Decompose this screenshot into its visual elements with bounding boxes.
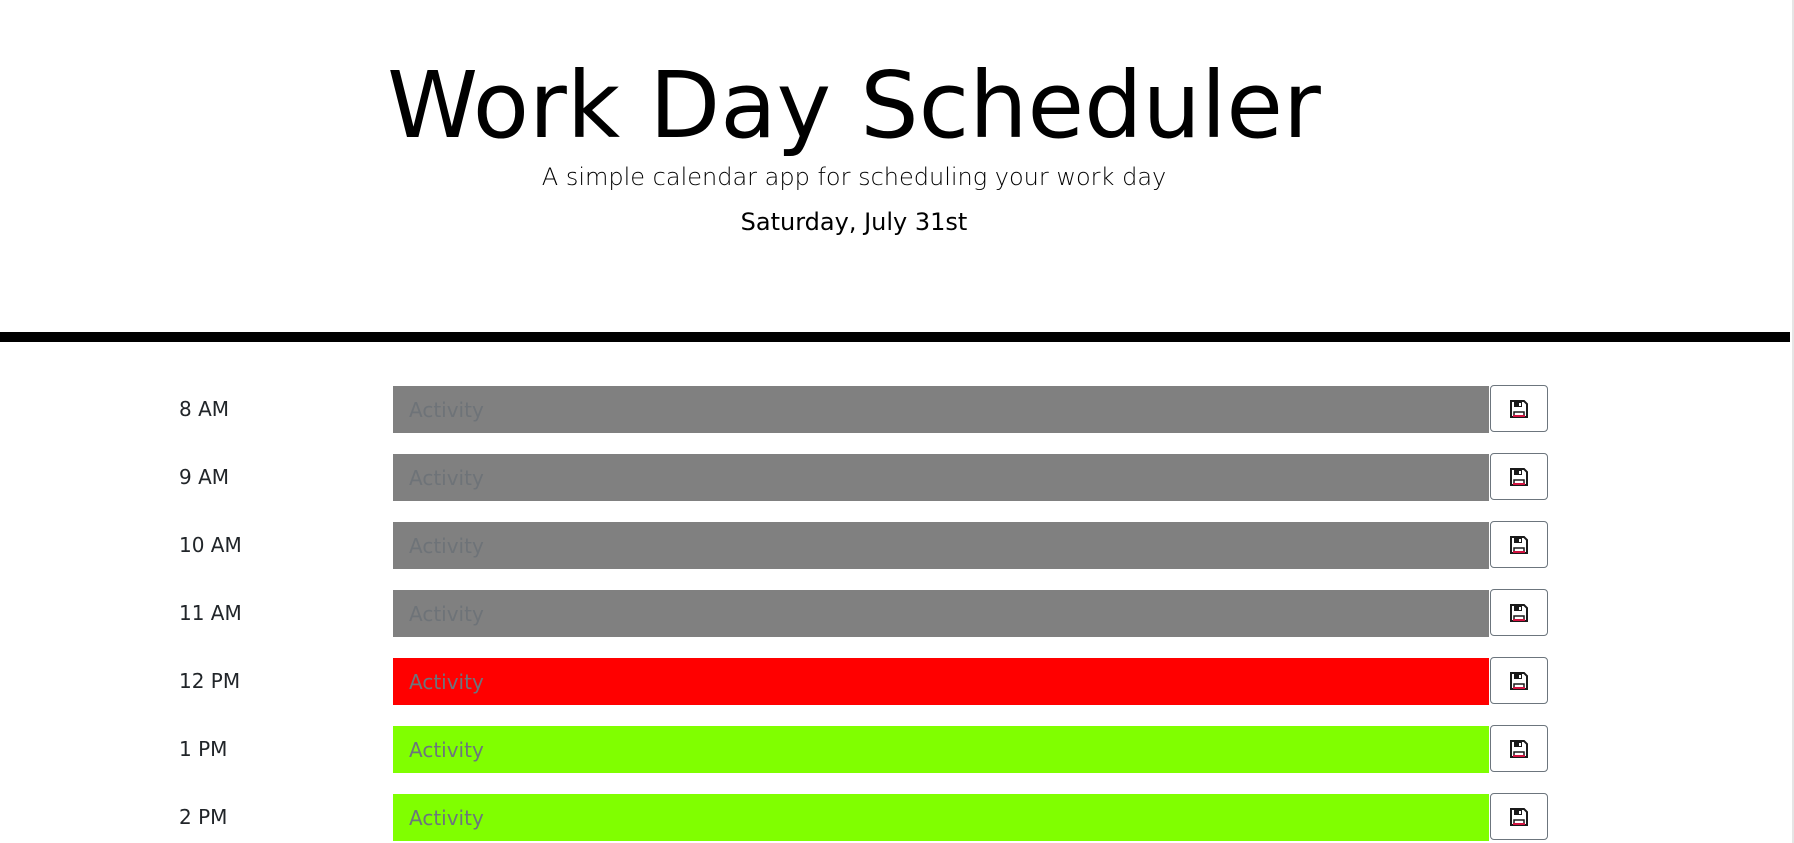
- time-block-row: 9 AM: [0, 453, 1790, 501]
- save-button[interactable]: [1490, 793, 1548, 840]
- hour-label: 9 AM: [179, 465, 230, 489]
- floppy-disk-icon: [1509, 399, 1529, 419]
- activity-input[interactable]: [393, 794, 1489, 841]
- save-button[interactable]: [1490, 521, 1548, 568]
- hour-label: 11 AM: [179, 601, 242, 625]
- save-button[interactable]: [1490, 385, 1548, 432]
- floppy-disk-icon: [1509, 671, 1529, 691]
- floppy-disk-icon: [1509, 535, 1529, 555]
- hour-label: 8 AM: [179, 397, 230, 421]
- activity-input[interactable]: [393, 590, 1489, 637]
- activity-input[interactable]: [393, 386, 1489, 433]
- save-button[interactable]: [1490, 657, 1548, 704]
- page-title: Work Day Scheduler: [387, 52, 1321, 159]
- activity-input[interactable]: [393, 658, 1489, 705]
- hour-label: 2 PM: [179, 805, 228, 829]
- hour-label: 12 PM: [179, 669, 241, 693]
- current-day: Saturday, July 31st: [740, 208, 968, 236]
- time-block-row: 2 PM: [0, 793, 1790, 841]
- save-button[interactable]: [1490, 725, 1548, 772]
- time-block-row: 8 AM: [0, 385, 1790, 433]
- activity-input[interactable]: [393, 454, 1489, 501]
- floppy-disk-icon: [1509, 739, 1529, 759]
- header: Work Day Scheduler A simple calendar app…: [0, 0, 1790, 342]
- time-block-list: 8 AM 9 AM 10 AM: [0, 385, 1790, 843]
- page-subtitle: A simple calendar app for scheduling you…: [541, 163, 1167, 191]
- activity-input[interactable]: [393, 522, 1489, 569]
- time-block-row: 1 PM: [0, 725, 1790, 773]
- floppy-disk-icon: [1509, 603, 1529, 623]
- floppy-disk-icon: [1509, 467, 1529, 487]
- time-block-row: 12 PM: [0, 657, 1790, 705]
- hour-label: 1 PM: [179, 737, 228, 761]
- hour-label: 10 AM: [179, 533, 242, 557]
- page: Work Day Scheduler A simple calendar app…: [0, 0, 1794, 843]
- activity-input[interactable]: [393, 726, 1489, 773]
- save-button[interactable]: [1490, 589, 1548, 636]
- time-block-row: 10 AM: [0, 521, 1790, 569]
- save-button[interactable]: [1490, 453, 1548, 500]
- time-block-row: 11 AM: [0, 589, 1790, 637]
- floppy-disk-icon: [1509, 807, 1529, 827]
